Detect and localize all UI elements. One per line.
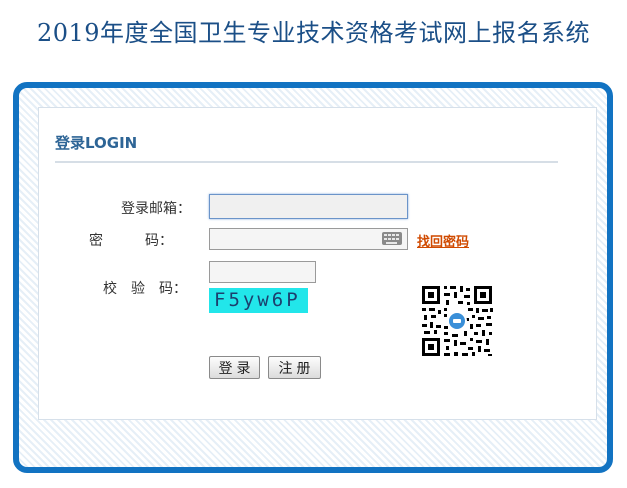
captcha-input[interactable] — [209, 261, 316, 283]
password-label: 密 码： — [89, 233, 173, 249]
email-label: 登录邮箱： — [121, 201, 191, 217]
captcha-image[interactable]: F5yw6P — [209, 288, 308, 313]
forgot-password-link[interactable]: 找回密码 — [417, 231, 469, 250]
captcha-label: 校 验 码： — [103, 281, 187, 297]
login-button[interactable]: 登录 — [209, 356, 260, 379]
heading-divider — [55, 161, 558, 163]
email-input[interactable] — [209, 194, 408, 219]
login-panel: 登录LOGIN 登录邮箱： 密 码： 找回密码 校 验 码： F5yw6P 登录… — [38, 107, 597, 420]
keyboard-icon[interactable] — [382, 232, 402, 245]
page-title: 2019年度全国卫生专业技术资格考试网上报名系统 — [36, 19, 591, 47]
login-frame: 登录LOGIN 登录邮箱： 密 码： 找回密码 校 验 码： F5yw6P 登录… — [13, 82, 613, 473]
login-heading: 登录LOGIN — [55, 134, 138, 152]
password-input[interactable] — [209, 228, 408, 250]
qr-code — [420, 284, 494, 358]
register-button[interactable]: 注册 — [268, 356, 321, 379]
